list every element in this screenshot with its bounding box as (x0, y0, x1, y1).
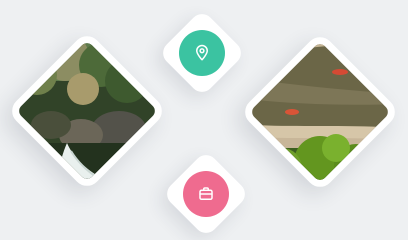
location-button[interactable] (179, 30, 225, 76)
bag-icon (199, 187, 213, 200)
waterfall-photo-card[interactable] (6, 30, 168, 192)
river-image (240, 32, 400, 192)
hero-collage (0, 0, 408, 240)
location-pin-icon (196, 44, 208, 61)
waterfall-image (7, 31, 167, 191)
bag-button[interactable] (183, 171, 229, 217)
river-photo-card[interactable] (239, 31, 401, 193)
